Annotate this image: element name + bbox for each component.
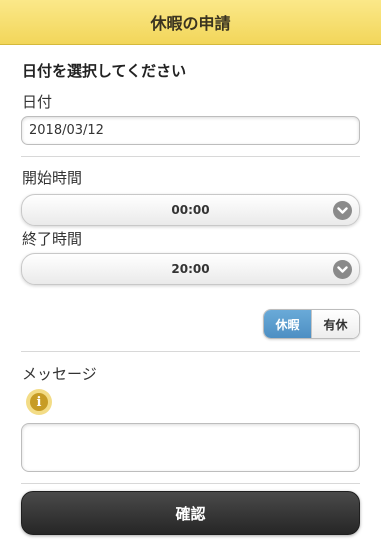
leave-type-option-yukyu[interactable]: 有休 bbox=[311, 310, 359, 338]
chevron-down-icon bbox=[333, 260, 352, 279]
message-textarea[interactable] bbox=[21, 423, 360, 472]
end-time-value: 20:00 bbox=[171, 262, 210, 276]
date-input[interactable]: 2018/03/12 bbox=[21, 116, 360, 145]
divider bbox=[21, 351, 360, 352]
message-label: メッセージ bbox=[22, 365, 97, 383]
confirm-button[interactable]: 確認 bbox=[21, 491, 360, 535]
start-time-value: 00:00 bbox=[171, 203, 210, 217]
leave-type-option-kyuka[interactable]: 休暇 bbox=[264, 310, 311, 338]
info-icon[interactable]: i bbox=[26, 389, 52, 415]
confirm-button-label: 確認 bbox=[175, 504, 206, 523]
page-header: 休暇の申請 bbox=[0, 0, 381, 45]
divider bbox=[21, 483, 360, 484]
end-time-label: 終了時間 bbox=[22, 230, 83, 248]
divider bbox=[21, 156, 360, 157]
section-title: 日付を選択してください bbox=[22, 62, 187, 80]
leave-type-toggle[interactable]: 休暇 有休 bbox=[263, 309, 360, 339]
end-time-select[interactable]: 20:00 bbox=[21, 253, 360, 285]
start-time-label: 開始時間 bbox=[22, 169, 83, 187]
date-label: 日付 bbox=[22, 93, 53, 111]
chevron-down-icon bbox=[333, 201, 352, 220]
start-time-select[interactable]: 00:00 bbox=[21, 194, 360, 226]
page-title: 休暇の申請 bbox=[150, 14, 231, 33]
